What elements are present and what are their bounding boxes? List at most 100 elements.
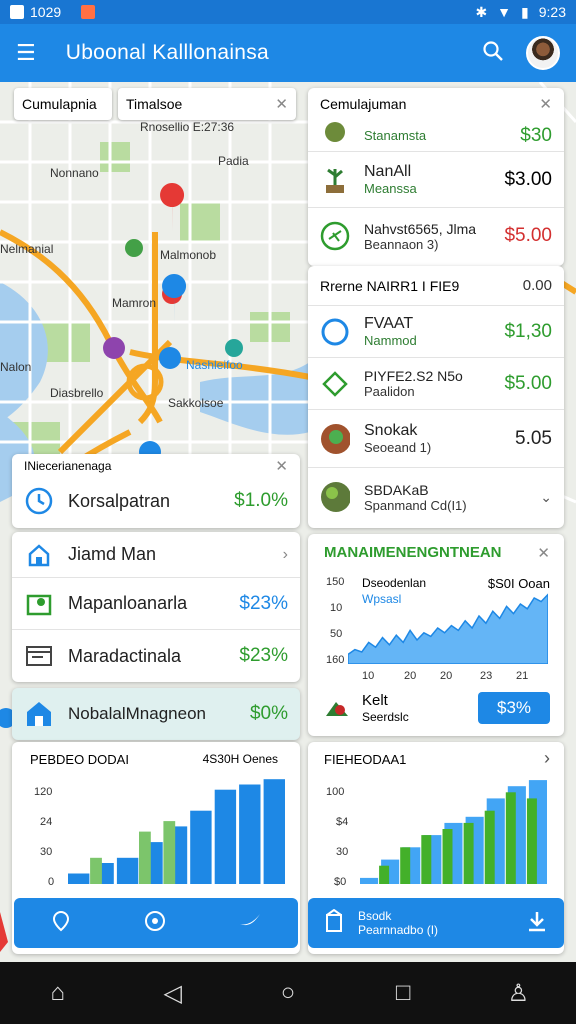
back-icon[interactable]: ◁	[153, 979, 193, 1008]
item-thumbnail-icon	[320, 423, 350, 454]
list-item[interactable]: Snokak Seoeand 1) 5.05	[308, 410, 564, 468]
close-icon[interactable]: ✕	[275, 95, 288, 113]
time-chip-label: Timalsoe	[126, 96, 183, 112]
search-icon[interactable]	[482, 40, 504, 67]
item-name: Korsalpatran	[68, 490, 171, 511]
home-button-icon[interactable]: ○	[268, 979, 308, 1007]
download-icon[interactable]	[526, 910, 548, 937]
item-name: Maradactinala	[68, 645, 182, 666]
notification-icon	[10, 5, 24, 19]
chevron-down-icon[interactable]: ⌄	[540, 489, 552, 506]
list-item[interactable]: FVAAT Nammod $1,30	[308, 306, 564, 358]
y-tick: 160	[326, 654, 345, 666]
left-chart-label: 4S30H Oenes	[202, 752, 278, 766]
compass-icon[interactable]	[144, 910, 166, 937]
map-label: Sakkolsoe	[168, 396, 224, 410]
summary-item[interactable]: Korsalpatran $1.0%	[12, 478, 300, 524]
item-sub: Stanamsta	[364, 128, 427, 143]
item-sub: Meanssa	[364, 181, 417, 196]
results-list-header: Cemulajuman ✕	[308, 88, 564, 120]
app-bar: ☰ Uboonal Kalllonainsa	[0, 24, 576, 82]
item-price: $5.00	[504, 225, 552, 246]
right-action-bar[interactable]: Bsodk Pearnnadbo (I)	[308, 898, 564, 948]
map-label: Nonnano	[50, 166, 99, 180]
document-icon	[24, 641, 54, 671]
mini-footer-name: Kelt	[362, 692, 388, 709]
summary-header: INiecerianenaga ✕	[12, 454, 300, 478]
item-price: $5.00	[504, 372, 552, 394]
category-item[interactable]: Jiamd Man ›	[12, 532, 300, 578]
close-icon[interactable]: ✕	[537, 544, 550, 562]
ring-icon	[320, 317, 350, 347]
category-item[interactable]: Maradactinala $23%	[12, 630, 300, 682]
item-value: $23%	[239, 645, 288, 666]
time-chip[interactable]: Timalsoe ✕	[118, 88, 296, 120]
chevron-right-icon[interactable]: ›	[283, 546, 288, 564]
y-tick: 100	[326, 786, 345, 798]
map-label: Nalon	[0, 360, 32, 374]
item-value: $23%	[239, 592, 288, 614]
account-icon[interactable]: ♙	[498, 979, 538, 1008]
bluetooth-icon: ✱	[475, 3, 488, 20]
results-list-card: Cemulajuman ✕ Stanamsta $30 NanAll Means…	[308, 88, 564, 266]
mini-chart-card: MANAIMENENGNTNEAN ✕ Dseodenlan Wpsasl $S…	[308, 534, 564, 736]
y-tick: 120	[34, 786, 53, 798]
highlight-value: $0%	[249, 703, 288, 724]
bar	[421, 835, 432, 884]
share-icon[interactable]	[238, 910, 262, 937]
y-tick: 0	[48, 876, 55, 888]
bar	[90, 857, 102, 884]
map-label: Malmonob	[160, 248, 217, 262]
chevron-right-icon[interactable]: ›	[544, 748, 550, 769]
bar	[139, 831, 151, 884]
plant-icon	[320, 165, 350, 195]
item-sub: Spanmand Cd(I1)	[364, 497, 467, 513]
menu-icon[interactable]: ☰	[16, 40, 36, 66]
y-tick: 30	[40, 846, 53, 858]
list-item[interactable]: NanAll Meanssa $3.00	[308, 152, 564, 208]
left-chart-title: PEBDEO DODAI	[30, 752, 129, 767]
highlight-card[interactable]: NobalalMnagneon $0%	[12, 688, 300, 740]
bar	[214, 789, 237, 884]
left-bar-chart	[68, 779, 285, 884]
location-chip[interactable]: Cumulapnia	[14, 88, 112, 120]
avatar[interactable]	[526, 36, 560, 70]
list-item[interactable]: SBDAKaB Spanmand Cd(I1) ⌄	[308, 468, 564, 526]
list-item[interactable]: Stanamsta $30	[308, 120, 564, 152]
item-name: Mapanloanarla	[68, 593, 188, 613]
system-nav-bar: ⌂ ◁ ○ □ ♙	[0, 962, 576, 1024]
y-tick: 150	[326, 576, 345, 588]
mini-chart-legend-right: $S0I Ooan	[487, 576, 550, 591]
recents-icon[interactable]: □	[383, 979, 423, 1007]
wifi-icon: ▼	[497, 4, 512, 20]
home-icon	[24, 699, 54, 729]
item-sub: Paalidon	[364, 384, 415, 399]
highlight-name: NobalalMnagneon	[68, 704, 206, 723]
x-tick: 21	[516, 670, 529, 682]
y-tick: 24	[40, 816, 53, 828]
bar	[190, 810, 212, 884]
map-label: Nashleifoo	[186, 358, 243, 372]
home-icon[interactable]: ⌂	[38, 979, 78, 1007]
location-icon[interactable]	[50, 910, 72, 937]
highlight-row: NobalalMnagneon $0%	[12, 688, 300, 740]
bar	[163, 821, 176, 884]
item-price: 5.05	[515, 427, 552, 449]
group-title: Rrerne NAIRR1 I FIE9	[320, 277, 460, 294]
close-icon[interactable]: ✕	[275, 457, 288, 475]
mini-chart-legend: Dseodenlan	[362, 576, 427, 590]
list-item[interactable]: PIYFE2.S2 N5o Paalidon $5.00	[308, 358, 564, 410]
y-tick: 30	[336, 846, 349, 858]
y-tick: $4	[336, 816, 349, 828]
bar	[68, 873, 90, 884]
map-label: Nelmanial	[0, 242, 54, 256]
category-item[interactable]: Mapanloanarla $23%	[12, 578, 300, 630]
item-price: $3.00	[504, 168, 552, 190]
list-item[interactable]: Nahvst6565, Jlma Beannaon 3) $5.00	[308, 208, 564, 264]
item-price: $30	[520, 124, 552, 146]
category-card: Jiamd Man › Mapanloanarla $23% Maradacti…	[12, 532, 300, 682]
percent-button[interactable]: $3%	[478, 692, 550, 724]
item-name: Snokak	[364, 422, 418, 439]
close-icon[interactable]: ✕	[539, 95, 552, 113]
item-name: SBDAKaB	[364, 481, 429, 498]
